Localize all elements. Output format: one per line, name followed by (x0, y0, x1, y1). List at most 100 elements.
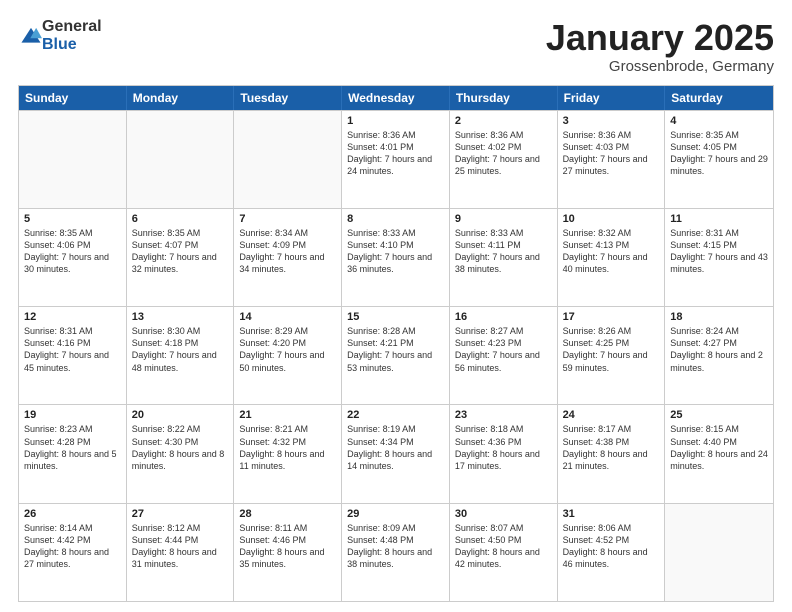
calendar-cell: 7 Sunrise: 8:34 AM Sunset: 4:09 PM Daylig… (234, 209, 342, 306)
day-info: Sunrise: 8:35 AM Sunset: 4:05 PM Dayligh… (670, 129, 768, 178)
day-number: 21 (239, 409, 336, 421)
calendar-cell: 14Sunrise: 8:29 AM Sunset: 4:20 PM Dayli… (234, 307, 342, 404)
calendar-cell: 27 Sunrise: 8:12 AM Sunset: 4:44 PM Dayli… (127, 504, 235, 601)
logo-icon (20, 25, 42, 47)
calendar-cell: 18 Sunrise: 8:24 AM Sunset: 4:27 PM Dayli… (665, 307, 773, 404)
calendar-cell: 29 Sunrise: 8:09 AM Sunset: 4:48 PM Dayli… (342, 504, 450, 601)
calendar-cell: 15 Sunrise: 8:28 AM Sunset: 4:21 PM Dayli… (342, 307, 450, 404)
day-info: Sunrise: 8:29 AM Sunset: 4:20 PM Dayligh… (239, 325, 336, 374)
calendar-cell: 22Sunrise: 8:19 AM Sunset: 4:34 PM Dayli… (342, 405, 450, 502)
day-number: 15 (347, 311, 444, 323)
day-number: 20 (132, 409, 229, 421)
header-sunday: Sunday (19, 86, 127, 110)
day-number: 30 (455, 508, 552, 520)
calendar-cell: 16 Sunrise: 8:27 AM Sunset: 4:23 PM Dayli… (450, 307, 558, 404)
day-number: 4 (670, 115, 768, 127)
calendar-title: January 2025 (546, 18, 774, 58)
calendar-cell: 24Sunrise: 8:17 AM Sunset: 4:38 PM Dayli… (558, 405, 666, 502)
logo-blue-text: Blue (42, 36, 77, 53)
day-info: Sunrise: 8:15 AM Sunset: 4:40 PM Dayligh… (670, 423, 768, 472)
calendar-cell: 20 Sunrise: 8:22 AM Sunset: 4:30 PM Dayli… (127, 405, 235, 502)
header: General Blue January 2025 Grossenbrode, … (18, 18, 774, 75)
day-number: 6 (132, 213, 229, 225)
calendar-week-1: 1Sunrise: 8:36 AM Sunset: 4:01 PM Daylig… (19, 110, 773, 208)
day-number: 16 (455, 311, 552, 323)
day-info: Sunrise: 8:14 AM Sunset: 4:42 PM Dayligh… (24, 522, 121, 571)
day-number: 22 (347, 409, 444, 421)
day-number: 10 (563, 213, 660, 225)
calendar-body: 1Sunrise: 8:36 AM Sunset: 4:01 PM Daylig… (19, 110, 773, 601)
calendar-cell: 4 Sunrise: 8:35 AM Sunset: 4:05 PM Daylig… (665, 111, 773, 208)
day-number: 2 (455, 115, 552, 127)
calendar-cell: 5Sunrise: 8:35 AM Sunset: 4:06 PM Daylig… (19, 209, 127, 306)
calendar-cell: 21 Sunrise: 8:21 AM Sunset: 4:32 PM Dayli… (234, 405, 342, 502)
calendar-cell (127, 111, 235, 208)
calendar-cell: 9 Sunrise: 8:33 AM Sunset: 4:11 PM Daylig… (450, 209, 558, 306)
day-number: 18 (670, 311, 768, 323)
header-thursday: Thursday (450, 86, 558, 110)
calendar-cell: 3 Sunrise: 8:36 AM Sunset: 4:03 PM Daylig… (558, 111, 666, 208)
day-number: 1 (347, 115, 444, 127)
day-number: 27 (132, 508, 229, 520)
calendar-cell: 10Sunrise: 8:32 AM Sunset: 4:13 PM Dayli… (558, 209, 666, 306)
day-number: 25 (670, 409, 768, 421)
day-info: Sunrise: 8:31 AM Sunset: 4:16 PM Dayligh… (24, 325, 121, 374)
day-info: Sunrise: 8:28 AM Sunset: 4:21 PM Dayligh… (347, 325, 444, 374)
day-number: 31 (563, 508, 660, 520)
day-info: Sunrise: 8:34 AM Sunset: 4:09 PM Dayligh… (239, 227, 336, 276)
calendar-cell: 6 Sunrise: 8:35 AM Sunset: 4:07 PM Daylig… (127, 209, 235, 306)
day-info: Sunrise: 8:23 AM Sunset: 4:28 PM Dayligh… (24, 423, 121, 472)
calendar-week-5: 26Sunrise: 8:14 AM Sunset: 4:42 PM Dayli… (19, 503, 773, 601)
day-info: Sunrise: 8:36 AM Sunset: 4:03 PM Dayligh… (563, 129, 660, 178)
day-info: Sunrise: 8:12 AM Sunset: 4:44 PM Dayligh… (132, 522, 229, 571)
day-info: Sunrise: 8:33 AM Sunset: 4:10 PM Dayligh… (347, 227, 444, 276)
calendar: Sunday Monday Tuesday Wednesday Thursday… (18, 85, 774, 602)
day-info: Sunrise: 8:36 AM Sunset: 4:02 PM Dayligh… (455, 129, 552, 178)
day-info: Sunrise: 8:09 AM Sunset: 4:48 PM Dayligh… (347, 522, 444, 571)
day-number: 3 (563, 115, 660, 127)
calendar-cell: 28Sunrise: 8:11 AM Sunset: 4:46 PM Dayli… (234, 504, 342, 601)
day-number: 17 (563, 311, 660, 323)
day-number: 11 (670, 213, 768, 225)
calendar-cell (665, 504, 773, 601)
day-info: Sunrise: 8:06 AM Sunset: 4:52 PM Dayligh… (563, 522, 660, 571)
day-info: Sunrise: 8:27 AM Sunset: 4:23 PM Dayligh… (455, 325, 552, 374)
calendar-cell: 26Sunrise: 8:14 AM Sunset: 4:42 PM Dayli… (19, 504, 127, 601)
calendar-cell: 19Sunrise: 8:23 AM Sunset: 4:28 PM Dayli… (19, 405, 127, 502)
title-block: January 2025 Grossenbrode, Germany (546, 18, 774, 75)
page: General Blue January 2025 Grossenbrode, … (0, 0, 792, 612)
day-info: Sunrise: 8:33 AM Sunset: 4:11 PM Dayligh… (455, 227, 552, 276)
day-number: 29 (347, 508, 444, 520)
day-number: 9 (455, 213, 552, 225)
calendar-cell: 11 Sunrise: 8:31 AM Sunset: 4:15 PM Dayli… (665, 209, 773, 306)
calendar-cell: 31 Sunrise: 8:06 AM Sunset: 4:52 PM Dayli… (558, 504, 666, 601)
day-info: Sunrise: 8:18 AM Sunset: 4:36 PM Dayligh… (455, 423, 552, 472)
calendar-cell: 13 Sunrise: 8:30 AM Sunset: 4:18 PM Dayli… (127, 307, 235, 404)
calendar-cell: 17 Sunrise: 8:26 AM Sunset: 4:25 PM Dayli… (558, 307, 666, 404)
day-info: Sunrise: 8:31 AM Sunset: 4:15 PM Dayligh… (670, 227, 768, 276)
header-friday: Friday (558, 86, 666, 110)
calendar-week-4: 19Sunrise: 8:23 AM Sunset: 4:28 PM Dayli… (19, 404, 773, 502)
day-number: 13 (132, 311, 229, 323)
calendar-cell: 12Sunrise: 8:31 AM Sunset: 4:16 PM Dayli… (19, 307, 127, 404)
calendar-cell: 1Sunrise: 8:36 AM Sunset: 4:01 PM Daylig… (342, 111, 450, 208)
calendar-week-2: 5Sunrise: 8:35 AM Sunset: 4:06 PM Daylig… (19, 208, 773, 306)
calendar-cell: 2 Sunrise: 8:36 AM Sunset: 4:02 PM Daylig… (450, 111, 558, 208)
day-info: Sunrise: 8:24 AM Sunset: 4:27 PM Dayligh… (670, 325, 768, 374)
calendar-header: Sunday Monday Tuesday Wednesday Thursday… (19, 86, 773, 110)
calendar-cell: 30Sunrise: 8:07 AM Sunset: 4:50 PM Dayli… (450, 504, 558, 601)
day-info: Sunrise: 8:26 AM Sunset: 4:25 PM Dayligh… (563, 325, 660, 374)
calendar-cell: 25 Sunrise: 8:15 AM Sunset: 4:40 PM Dayli… (665, 405, 773, 502)
header-saturday: Saturday (665, 86, 773, 110)
calendar-cell: 8Sunrise: 8:33 AM Sunset: 4:10 PM Daylig… (342, 209, 450, 306)
day-info: Sunrise: 8:21 AM Sunset: 4:32 PM Dayligh… (239, 423, 336, 472)
header-wednesday: Wednesday (342, 86, 450, 110)
logo: General Blue (18, 18, 102, 53)
calendar-cell (19, 111, 127, 208)
day-info: Sunrise: 8:22 AM Sunset: 4:30 PM Dayligh… (132, 423, 229, 472)
day-number: 7 (239, 213, 336, 225)
day-info: Sunrise: 8:30 AM Sunset: 4:18 PM Dayligh… (132, 325, 229, 374)
day-info: Sunrise: 8:11 AM Sunset: 4:46 PM Dayligh… (239, 522, 336, 571)
day-info: Sunrise: 8:35 AM Sunset: 4:07 PM Dayligh… (132, 227, 229, 276)
day-info: Sunrise: 8:35 AM Sunset: 4:06 PM Dayligh… (24, 227, 121, 276)
